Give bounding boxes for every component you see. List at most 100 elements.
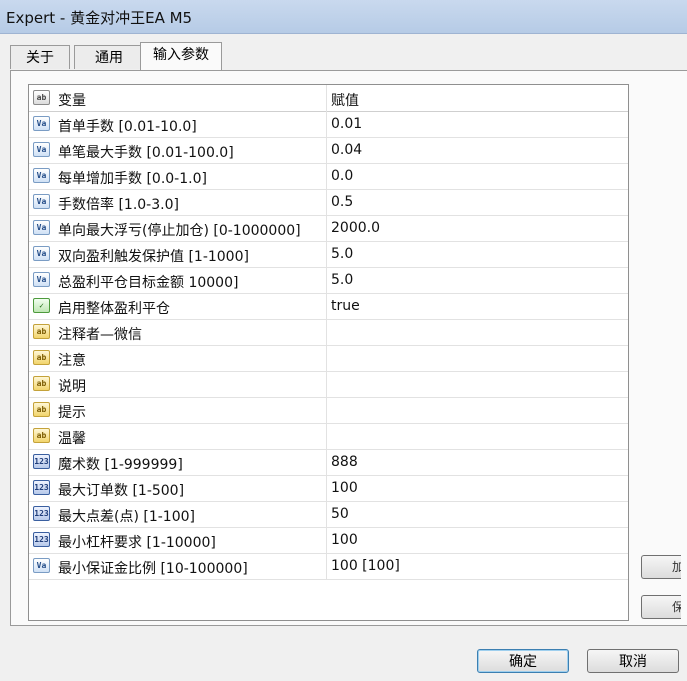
parameters-grid: ab 变量 赋值 Va 首单手数 [0.01-10.0] 0.01 Va 单笔最大手数 … [28,84,629,621]
tab-strip: 关于 通用 输入参数 [10,40,687,71]
parameter-name: 每单增加手数 [0.0-1.0] [58,171,207,187]
parameter-value-cell[interactable] [327,319,627,345]
parameter-name-cell: ✓ 启用整体盈利平仓 [29,293,327,319]
parameter-value-cell[interactable]: 5.0 [327,241,627,267]
parameter-row[interactable]: Va 单向最大浮亏(停止加仓) [0-1000000] 2000.0 [29,215,628,242]
parameter-name: 总盈利平仓目标金额 10000] [58,275,239,291]
window-title: Expert - 黄金对冲王EA M5 [6,9,193,27]
parameter-name-cell: ab 提示 [29,397,327,423]
parameter-name-cell: 123 魔术数 [1-999999] [29,449,327,475]
parameter-row[interactable]: ab 温馨 [29,423,628,450]
parameter-value: 0.01 [331,116,363,132]
parameter-value-cell[interactable]: 2000.0 [327,215,627,241]
parameter-row[interactable]: 123 魔术数 [1-999999] 888 [29,449,628,476]
parameter-value-cell[interactable] [327,371,627,397]
tab-common-label: 通用 [95,50,123,66]
parameter-name: 单笔最大手数 [0.01-100.0] [58,145,234,161]
bool-type-icon: ✓ [33,298,50,313]
parameter-name-cell: 123 最小杠杆要求 [1-10000] [29,527,327,553]
double-type-icon: Va [33,246,50,261]
ok-button[interactable]: 确定 [477,649,569,673]
integer-type-icon: 123 [33,454,50,469]
double-type-icon: Va [33,168,50,183]
parameter-value-cell[interactable]: 100 [100] [327,553,627,579]
double-type-icon: Va [33,272,50,287]
parameter-row[interactable]: ab 注意 [29,345,628,372]
parameter-value: 0.5 [331,194,354,210]
parameter-name-cell: Va 最小保证金比例 [10-100000] [29,553,327,579]
parameter-value-cell[interactable]: 888 [327,449,627,475]
parameter-row[interactable]: ab 注释者—微信 [29,319,628,346]
integer-type-icon: 123 [33,480,50,495]
parameter-name-cell: Va 单向最大浮亏(停止加仓) [0-1000000] [29,215,327,241]
parameter-row[interactable]: ✓ 启用整体盈利平仓 true [29,293,628,320]
parameter-name: 最大点差(点) [1-100] [58,509,195,525]
parameter-value-cell[interactable]: 0.04 [327,137,627,163]
parameter-name: 温馨 [58,431,86,447]
integer-type-icon: 123 [33,506,50,521]
tab-common[interactable]: 通用 [74,45,144,69]
parameter-value-cell[interactable] [327,345,627,371]
parameter-name: 最小保证金比例 [10-100000] [58,561,248,577]
parameter-row[interactable]: Va 总盈利平仓目标金额 10000] 5.0 [29,267,628,294]
parameter-row[interactable]: Va 最小保证金比例 [10-100000] 100 [100] [29,553,628,580]
grid-header: ab 变量 赋值 [29,85,628,112]
parameter-name-cell: ab 说明 [29,371,327,397]
parameter-name-cell: Va 手数倍率 [1.0-3.0] [29,189,327,215]
parameter-row[interactable]: ab 提示 [29,397,628,424]
double-type-icon: Va [33,194,50,209]
parameter-value-cell[interactable] [327,397,627,423]
parameter-value-cell[interactable]: true [327,293,627,319]
parameter-name-cell: 123 最大点差(点) [1-100] [29,501,327,527]
parameter-value: 2000.0 [331,220,380,236]
double-type-icon: Va [33,220,50,235]
parameter-row[interactable]: Va 每单增加手数 [0.0-1.0] 0.0 [29,163,628,190]
parameter-row[interactable]: 123 最大订单数 [1-500] 100 [29,475,628,502]
load-button-label: 加载 [672,560,681,578]
double-type-icon: Va [33,558,50,573]
window-titlebar: Expert - 黄金对冲王EA M5 [0,0,687,34]
save-button[interactable]: 保存 [641,595,681,619]
string-type-icon: ab [33,350,50,365]
parameter-name-cell: Va 总盈利平仓目标金额 10000] [29,267,327,293]
parameter-value-cell[interactable] [327,423,627,449]
header-value-label: 赋值 [331,93,359,109]
parameter-value-cell[interactable]: 50 [327,501,627,527]
parameter-value: 888 [331,454,358,470]
parameter-name: 最小杠杆要求 [1-10000] [58,535,216,551]
parameter-row[interactable]: Va 手数倍率 [1.0-3.0] 0.5 [29,189,628,216]
parameter-name: 提示 [58,405,86,421]
parameter-value: 50 [331,506,349,522]
parameter-value: 5.0 [331,272,354,288]
parameter-value-cell[interactable]: 0.0 [327,163,627,189]
tab-inputs[interactable]: 输入参数 [140,42,222,71]
parameter-value: 0.04 [331,142,363,158]
parameter-row[interactable]: Va 双向盈利触发保护值 [1-1000] 5.0 [29,241,628,268]
parameter-value: 100 [331,480,358,496]
parameter-row[interactable]: 123 最小杠杆要求 [1-10000] 100 [29,527,628,554]
parameter-value-cell[interactable]: 5.0 [327,267,627,293]
parameter-name: 说明 [58,379,86,395]
cancel-button[interactable]: 取消 [587,649,679,673]
parameter-value-cell[interactable]: 100 [327,475,627,501]
parameter-row[interactable]: ab 说明 [29,371,628,398]
parameter-value: true [331,298,360,314]
parameter-value-cell[interactable]: 0.01 [327,111,627,137]
parameter-name: 双向盈利触发保护值 [1-1000] [58,249,249,265]
parameter-name-cell: ab 注释者—微信 [29,319,327,345]
parameter-name-cell: ab 温馨 [29,423,327,449]
parameter-row[interactable]: Va 单笔最大手数 [0.01-100.0] 0.04 [29,137,628,164]
load-button[interactable]: 加载 [641,555,681,579]
variable-column-icon: ab [33,90,50,105]
parameter-row[interactable]: 123 最大点差(点) [1-100] 50 [29,501,628,528]
parameter-value-cell[interactable]: 0.5 [327,189,627,215]
header-variable[interactable]: ab 变量 [29,85,327,111]
parameter-row[interactable]: Va 首单手数 [0.01-10.0] 0.01 [29,111,628,138]
string-type-icon: ab [33,324,50,339]
parameter-name-cell: Va 每单增加手数 [0.0-1.0] [29,163,327,189]
string-type-icon: ab [33,376,50,391]
tab-about[interactable]: 关于 [10,45,70,69]
parameter-name-cell: Va 双向盈利触发保护值 [1-1000] [29,241,327,267]
header-value[interactable]: 赋值 [327,85,627,111]
parameter-value-cell[interactable]: 100 [327,527,627,553]
